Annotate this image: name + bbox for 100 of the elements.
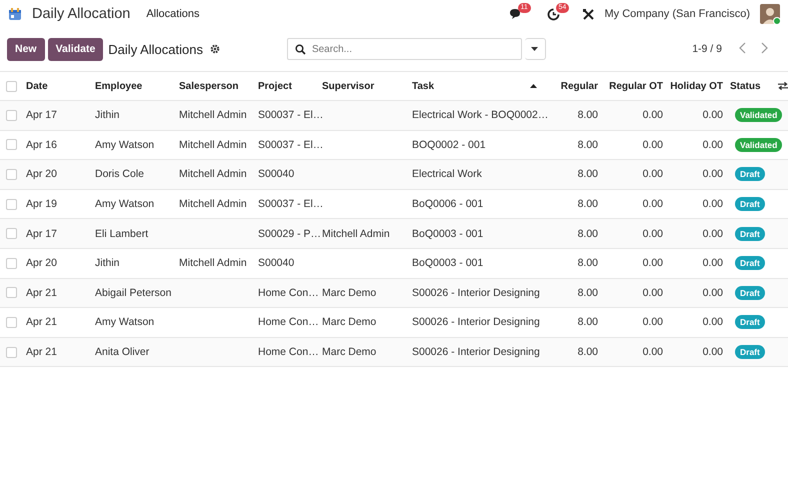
column-header[interactable]: Status [730,80,778,92]
table-cell-text: Electrical Work [412,168,483,180]
company-name[interactable]: My Company (San Francisco) [604,8,750,20]
table-cell-text: BoQ0006 - 001 [412,198,484,210]
table-cell-text: Apr 20 [26,257,58,270]
status-badge: Draft [735,286,765,300]
table-cell-text: S00040 [258,168,296,180]
menu-item[interactable]: Allocations [146,8,200,20]
table-cell-text: 8.00 [576,316,599,328]
column-header[interactable]: Regular [545,80,605,92]
table-cell-text: Jithin [95,109,121,122]
column-options-icon[interactable] [778,81,788,91]
column-header[interactable]: Task [412,80,434,92]
table-cell-text: Home Con… [258,346,320,358]
table-cell-text: BoQ0003 - 001 [412,257,484,270]
status-badge: Draft [735,345,765,360]
table-cell-text: 0.00 [702,257,724,270]
clock-icon[interactable] [546,8,560,20]
table-cell: S00037 - El… [258,138,322,151]
column-header[interactable]: Employee [95,80,179,92]
toolbar-button[interactable]: Validate [48,38,104,60]
table-cell-text: Amy Watson [95,198,156,210]
row-checkbox[interactable] [6,168,17,180]
column-header[interactable]: Date [26,80,95,92]
search-icon [294,44,306,55]
table-cell-text: 0.00 [642,109,664,122]
table-cell-text: 0.00 [642,168,664,180]
sort-ascending-icon[interactable] [530,84,537,88]
table-cell-text: Amy Watson [95,316,156,328]
table-cell-text: 0.00 [642,257,664,270]
row-checkbox[interactable] [6,198,17,210]
table-cell-text: 0.00 [702,286,724,299]
status-badge: Draft [735,167,765,182]
settings-icon[interactable] [210,44,220,54]
table-cell-text: Home Con… [258,316,320,328]
table-cell-text: Apr 20 [26,168,58,180]
status-badge: Draft [735,197,765,212]
table-cell-text: Anita Oliver [95,346,150,358]
select-all-checkbox[interactable] [6,80,17,92]
row-checkbox[interactable] [6,287,17,298]
table-cell-text: Mitchell Admin [179,109,248,122]
table-cell-text: Doris Cole [95,168,146,180]
column-header[interactable]: Holiday OT [670,80,730,92]
status-badge: Validated [735,108,782,122]
search-field[interactable]: Search... [286,38,522,60]
table-cell-text: 8.00 [576,168,599,180]
table-cell-text: 0.00 [702,346,724,358]
calendar-icon[interactable] [8,7,22,21]
table-cell-text: Marc Demo [322,286,378,299]
row-checkbox[interactable] [6,139,17,150]
table-cell-text: 0.00 [702,138,724,151]
table-cell-text: Mitchell Admin [179,198,248,210]
table-cell-text: 8.00 [576,346,599,358]
table-cell-text: 0.00 [642,228,664,240]
table-cell-text: 8.00 [576,109,599,122]
table-cell-text: 0.00 [642,316,664,328]
table-cell-text: Mitchell Admin [179,257,248,270]
table-cell-text: Amy Watson [95,138,156,151]
table-cell-text: S00026 - Interior Designing [412,286,541,299]
status-badge: Draft [735,315,765,330]
chat-icon[interactable] [508,8,522,20]
pager-count: 1-9 / 9 [692,43,722,55]
status-badge: Draft [735,226,765,241]
table-cell-text: Eli Lambert [95,228,150,240]
table-cell: S00037 - El… [258,198,322,210]
table-cell-text: Mitchell Admin [322,228,391,240]
table-cell-text: Jithin [95,257,121,270]
table-cell-text: Mitchell Admin [179,168,248,180]
dropdown-toggle-button[interactable] [524,38,546,60]
table-cell: S00029 - P… [258,228,322,240]
status-badge: Validated [735,138,782,152]
row-checkbox[interactable] [6,316,17,328]
table-cell-text: Mitchell Admin [179,138,248,151]
table-cell-text: 0.00 [702,109,724,122]
table-cell: Electrical Work - BOQ0002… [412,109,545,122]
table-cell-text: Abigail Peterson [95,286,172,299]
table-cell-text: 0.00 [702,198,724,210]
chevron-icon [761,42,768,54]
table-cell-text: 0.00 [702,228,724,240]
column-header[interactable]: Project [258,80,322,92]
table-cell-text: Apr 19 [26,198,58,210]
table-cell-text: BOQ0002 - 001 [412,138,487,151]
table-cell-text: 8.00 [576,286,599,299]
column-header[interactable]: Salesperson [179,80,258,92]
table-cell-text: S00026 - Interior Designing [412,316,541,328]
table-cell-text: 0.00 [642,346,664,358]
table-cell-text: 8.00 [576,228,599,240]
row-checkbox[interactable] [6,258,17,269]
avatar-icon[interactable] [760,4,780,24]
column-header[interactable]: Regular OT [605,80,670,92]
table-cell: S00037 - El… [258,109,322,122]
table-cell-text: 0.00 [702,316,724,328]
row-checkbox[interactable] [6,346,17,358]
row-checkbox[interactable] [6,228,17,240]
app-title[interactable]: Daily Allocation [32,6,130,22]
row-checkbox[interactable] [6,110,17,121]
column-header[interactable]: Supervisor [322,80,412,92]
table-cell-text: Marc Demo [322,316,378,328]
toolbar-button[interactable]: New [7,38,45,60]
table-cell-text: Apr 17 [26,109,58,122]
